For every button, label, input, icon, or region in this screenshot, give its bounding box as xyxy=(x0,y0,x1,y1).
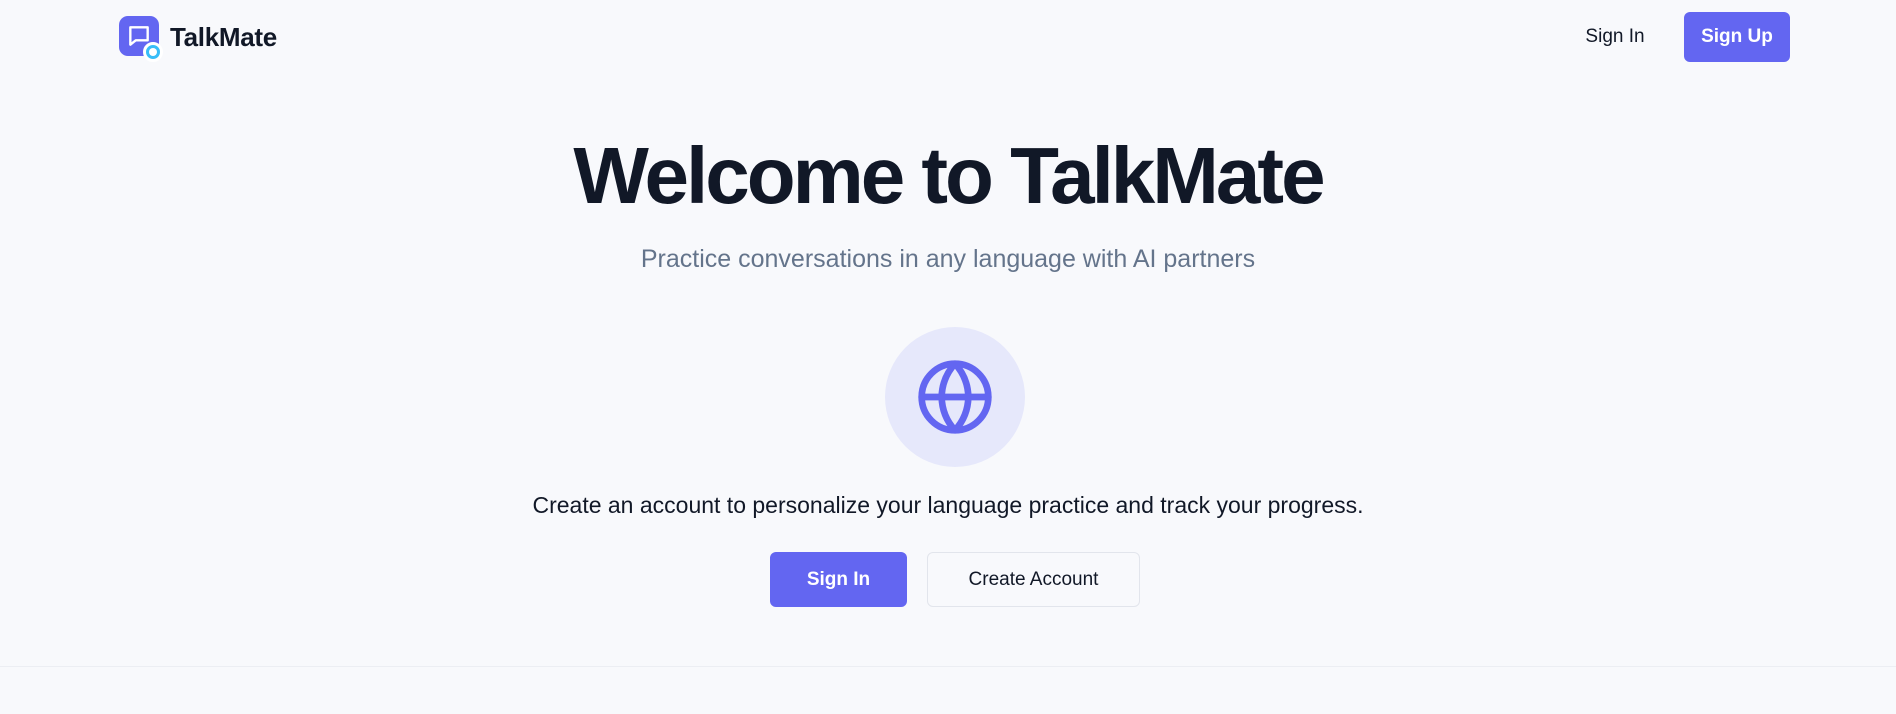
landing-page: TalkMate Sign In Sign Up Welcome to Talk… xyxy=(0,0,1896,714)
globe-badge xyxy=(885,327,1025,467)
page-title: Welcome to TalkMate xyxy=(573,131,1325,220)
brand[interactable]: TalkMate xyxy=(119,16,277,62)
nav-sign-in-button[interactable]: Sign In xyxy=(1572,14,1658,60)
logo xyxy=(119,16,163,62)
status-dot-icon xyxy=(143,42,163,62)
top-navbar: TalkMate Sign In Sign Up xyxy=(0,0,1896,74)
page-subtitle: Practice conversations in any language w… xyxy=(640,245,1256,273)
create-account-button[interactable]: Create Account xyxy=(927,552,1140,607)
hero-description: Create an account to personalize your la… xyxy=(532,492,1364,518)
sign-in-button[interactable]: Sign In xyxy=(770,552,907,607)
globe-icon xyxy=(918,360,992,434)
brand-name: TalkMate xyxy=(170,21,277,52)
nav-sign-up-button[interactable]: Sign Up xyxy=(1684,12,1790,62)
footer-divider xyxy=(0,666,1896,667)
